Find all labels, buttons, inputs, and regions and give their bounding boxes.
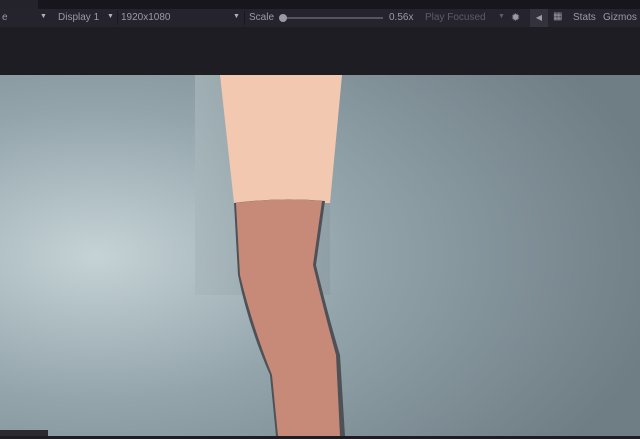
thigh bbox=[220, 75, 342, 203]
tab-game[interactable] bbox=[0, 0, 38, 9]
game-scene bbox=[0, 75, 640, 436]
scale-slider-handle[interactable] bbox=[279, 14, 287, 22]
corner-overlay bbox=[0, 430, 48, 436]
chevron-down-icon[interactable]: ▼ bbox=[498, 13, 505, 20]
chevron-down-icon[interactable]: ▼ bbox=[40, 13, 47, 20]
game-view-letterbox bbox=[0, 27, 640, 75]
view-dropdown-label[interactable]: e bbox=[2, 12, 8, 23]
gizmos-button[interactable]: Gizmos bbox=[603, 12, 637, 23]
game-view-render[interactable] bbox=[0, 75, 640, 436]
scale-slider[interactable] bbox=[283, 17, 383, 19]
scale-value: 0.56x bbox=[389, 12, 414, 23]
display-dropdown[interactable]: Display 1 bbox=[58, 12, 99, 23]
resolution-dropdown[interactable]: 1920x1080 bbox=[121, 12, 171, 23]
scale-label: Scale bbox=[249, 12, 275, 23]
game-toolbar: e ▼ Display 1 ▼ 1920x1080 ▼ Scale 0.56x … bbox=[0, 9, 640, 27]
tab-strip bbox=[0, 0, 640, 9]
stats-button[interactable]: Stats bbox=[573, 12, 596, 23]
audio-mute-icon[interactable]: ◀ bbox=[530, 9, 548, 27]
bug-icon[interactable]: ✹ bbox=[511, 11, 520, 24]
chevron-down-icon[interactable]: ▼ bbox=[233, 13, 240, 20]
chevron-down-icon[interactable]: ▼ bbox=[107, 13, 114, 20]
play-mode-dropdown[interactable]: Play Focused bbox=[425, 12, 486, 23]
keyboard-icon[interactable]: ▦ bbox=[553, 11, 562, 22]
